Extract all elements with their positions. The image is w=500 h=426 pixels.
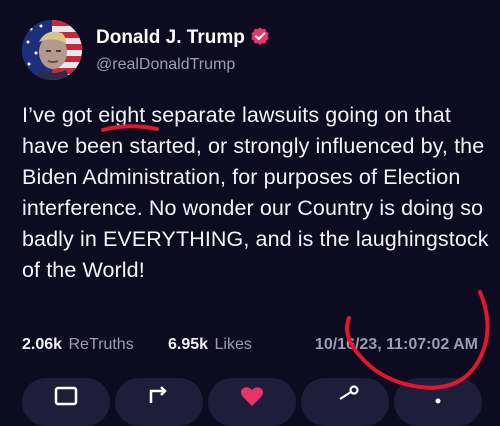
retruths-stat[interactable]: 2.06k ReTruths — [22, 336, 134, 354]
likes-stat[interactable]: 6.95k Likes — [168, 336, 252, 354]
post-text-start: I’ve got — [22, 103, 99, 127]
heart-icon — [241, 387, 263, 406]
post-card: Donald J. Trump @realDonaldTrump I’ve go… — [0, 0, 500, 426]
author-name[interactable]: Donald J. Trump — [96, 27, 245, 49]
action-bar — [0, 378, 500, 426]
retruths-count: 2.06k — [22, 336, 63, 353]
author-handle[interactable]: @realDonaldTrump — [96, 56, 235, 74]
post-text-rest: separate lawsuits going on that have bee… — [22, 103, 489, 282]
reply-button[interactable] — [22, 378, 110, 426]
author-avatar[interactable] — [22, 20, 82, 80]
retruths-label: ReTruths — [68, 336, 134, 353]
share-icon — [339, 385, 359, 400]
like-button[interactable] — [208, 378, 296, 426]
more-icon — [435, 398, 441, 404]
share-button[interactable] — [301, 378, 389, 426]
post-text: I’ve got eight separate lawsuits going o… — [22, 100, 492, 286]
retruth-icon — [149, 386, 167, 403]
more-button[interactable] — [394, 378, 482, 426]
verified-badge-icon — [251, 27, 269, 45]
reply-icon — [54, 386, 78, 406]
retruth-button[interactable] — [115, 378, 203, 426]
highlighted-word: eight — [98, 103, 146, 127]
avatar-image — [22, 20, 82, 80]
likes-label: Likes — [214, 336, 252, 353]
likes-count: 6.95k — [168, 336, 209, 353]
post-timestamp: 10/16/23, 11:07:02 AM — [314, 336, 478, 353]
post-stats: 2.06k ReTruths 6.95k Likes 10/16/23, 11:… — [22, 336, 492, 358]
